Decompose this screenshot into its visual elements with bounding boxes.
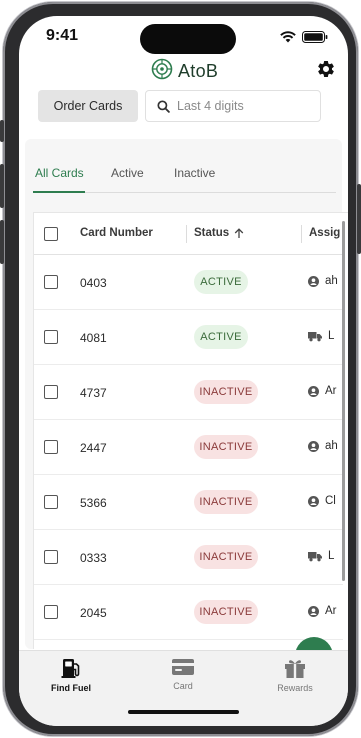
fuel-pump-icon [61, 659, 80, 678]
row-checkbox[interactable] [44, 275, 58, 289]
table-row[interactable]: 2045 INACTIVE Ar [34, 585, 343, 640]
card-number: 0333 [80, 551, 107, 565]
card-icon [172, 659, 194, 675]
status-header-label: Status [194, 227, 230, 239]
app-logo: AtoB [151, 58, 218, 85]
user-icon [308, 440, 319, 452]
status-badge: INACTIVE [194, 380, 258, 404]
select-all-checkbox[interactable] [44, 227, 58, 241]
atob-logo-icon [151, 58, 173, 85]
wifi-icon [280, 30, 296, 48]
scrollbar[interactable] [342, 221, 345, 581]
bottom-nav: Find Fuel Card Rewards [19, 650, 348, 726]
column-divider [186, 225, 187, 243]
user-icon [308, 605, 319, 617]
gift-icon [285, 660, 305, 678]
assignee: ah [308, 440, 338, 452]
home-indicator[interactable] [128, 710, 239, 714]
settings-button[interactable] [316, 59, 336, 84]
nav-label: Card [173, 681, 193, 691]
app-name: AtoB [178, 61, 219, 81]
assignee-name: L [328, 330, 335, 342]
assignee: Ar [308, 385, 337, 397]
assignee-name: ah [325, 440, 338, 452]
status-time: 9:41 [46, 27, 79, 44]
nav-card[interactable]: Card [143, 657, 223, 691]
table-row[interactable]: 4081 ACTIVE L [34, 310, 343, 365]
column-header-status[interactable]: Status [194, 227, 244, 239]
status-icons [280, 30, 328, 48]
status-badge: INACTIVE [194, 435, 258, 459]
assignee-name: Cl [325, 495, 336, 507]
assignee: ah [308, 275, 338, 287]
gear-icon [318, 60, 334, 77]
search-box[interactable] [145, 90, 321, 122]
assignee-name: Ar [325, 385, 337, 397]
user-icon [308, 275, 319, 287]
table-row[interactable]: 0403 ACTIVE ah [34, 255, 343, 310]
phone-frame: 9:41 AtoB Order Cards Last 4 digits All … [0, 2, 361, 736]
cards-panel: All Cards Active Inactive Card Number St… [25, 139, 348, 649]
table-row[interactable]: 2447 INACTIVE ah [34, 420, 343, 475]
order-cards-button[interactable]: Order Cards [38, 90, 138, 122]
search-icon [157, 99, 170, 113]
nav-label: Find Fuel [51, 683, 91, 693]
volume-up-button [0, 164, 4, 208]
user-icon [308, 385, 319, 397]
row-checkbox[interactable] [44, 330, 58, 344]
column-divider [301, 225, 302, 243]
app-header: AtoB [19, 56, 348, 86]
truck-icon [308, 331, 322, 341]
card-number: 2045 [80, 606, 107, 620]
assignee: Cl [308, 495, 336, 507]
row-checkbox[interactable] [44, 550, 58, 564]
row-checkbox[interactable] [44, 605, 58, 619]
power-button [357, 184, 361, 254]
assignee-name: Ar [325, 605, 337, 617]
cards-table: Card Number Status Assig 0403 ACTIVE ah … [33, 212, 348, 649]
nav-find-fuel[interactable]: Find Fuel [31, 657, 111, 693]
arrow-up-icon [234, 227, 244, 238]
row-checkbox[interactable] [44, 440, 58, 454]
status-badge: ACTIVE [194, 325, 248, 349]
toolbar: Order Cards [38, 90, 328, 122]
nav-rewards[interactable]: Rewards [255, 657, 335, 693]
table-row[interactable]: 4737 INACTIVE Ar [34, 365, 343, 420]
status-badge: INACTIVE [194, 600, 258, 624]
card-number: 5366 [80, 496, 107, 510]
assignee-name: L [328, 550, 335, 562]
screen: 9:41 AtoB Order Cards Last 4 digits All … [19, 16, 348, 726]
battery-icon [302, 30, 328, 48]
active-tab-indicator [33, 191, 85, 193]
table-row[interactable]: 0333 INACTIVE L [34, 530, 343, 585]
card-number: 4737 [80, 386, 107, 400]
tab-inactive[interactable]: Inactive [174, 166, 215, 180]
card-number: 2447 [80, 441, 107, 455]
column-header-card-number[interactable]: Card Number [80, 227, 153, 239]
status-badge: ACTIVE [194, 270, 248, 294]
tab-active[interactable]: Active [111, 166, 144, 180]
assignee: L [308, 550, 334, 562]
table-row[interactable]: 5366 INACTIVE Cl [34, 475, 343, 530]
card-number: 4081 [80, 331, 107, 345]
volume-down-button [0, 220, 4, 264]
tab-all-cards[interactable]: All Cards [35, 166, 84, 180]
status-badge: INACTIVE [194, 545, 258, 569]
card-tabs: All Cards Active Inactive [33, 157, 336, 193]
nav-label: Rewards [277, 683, 313, 693]
row-checkbox[interactable] [44, 495, 58, 509]
user-icon [308, 495, 319, 507]
row-checkbox[interactable] [44, 385, 58, 399]
assignee: Ar [308, 605, 337, 617]
status-badge: INACTIVE [194, 490, 258, 514]
mute-switch [0, 120, 4, 142]
card-number: 0403 [80, 276, 107, 290]
dynamic-island [140, 24, 236, 54]
column-header-assigned[interactable]: Assig [309, 227, 340, 239]
table-header-row: Card Number Status Assig [34, 213, 343, 255]
truck-icon [308, 551, 322, 561]
search-input[interactable] [177, 99, 317, 113]
assignee-name: ah [325, 275, 338, 287]
assignee: L [308, 330, 334, 342]
